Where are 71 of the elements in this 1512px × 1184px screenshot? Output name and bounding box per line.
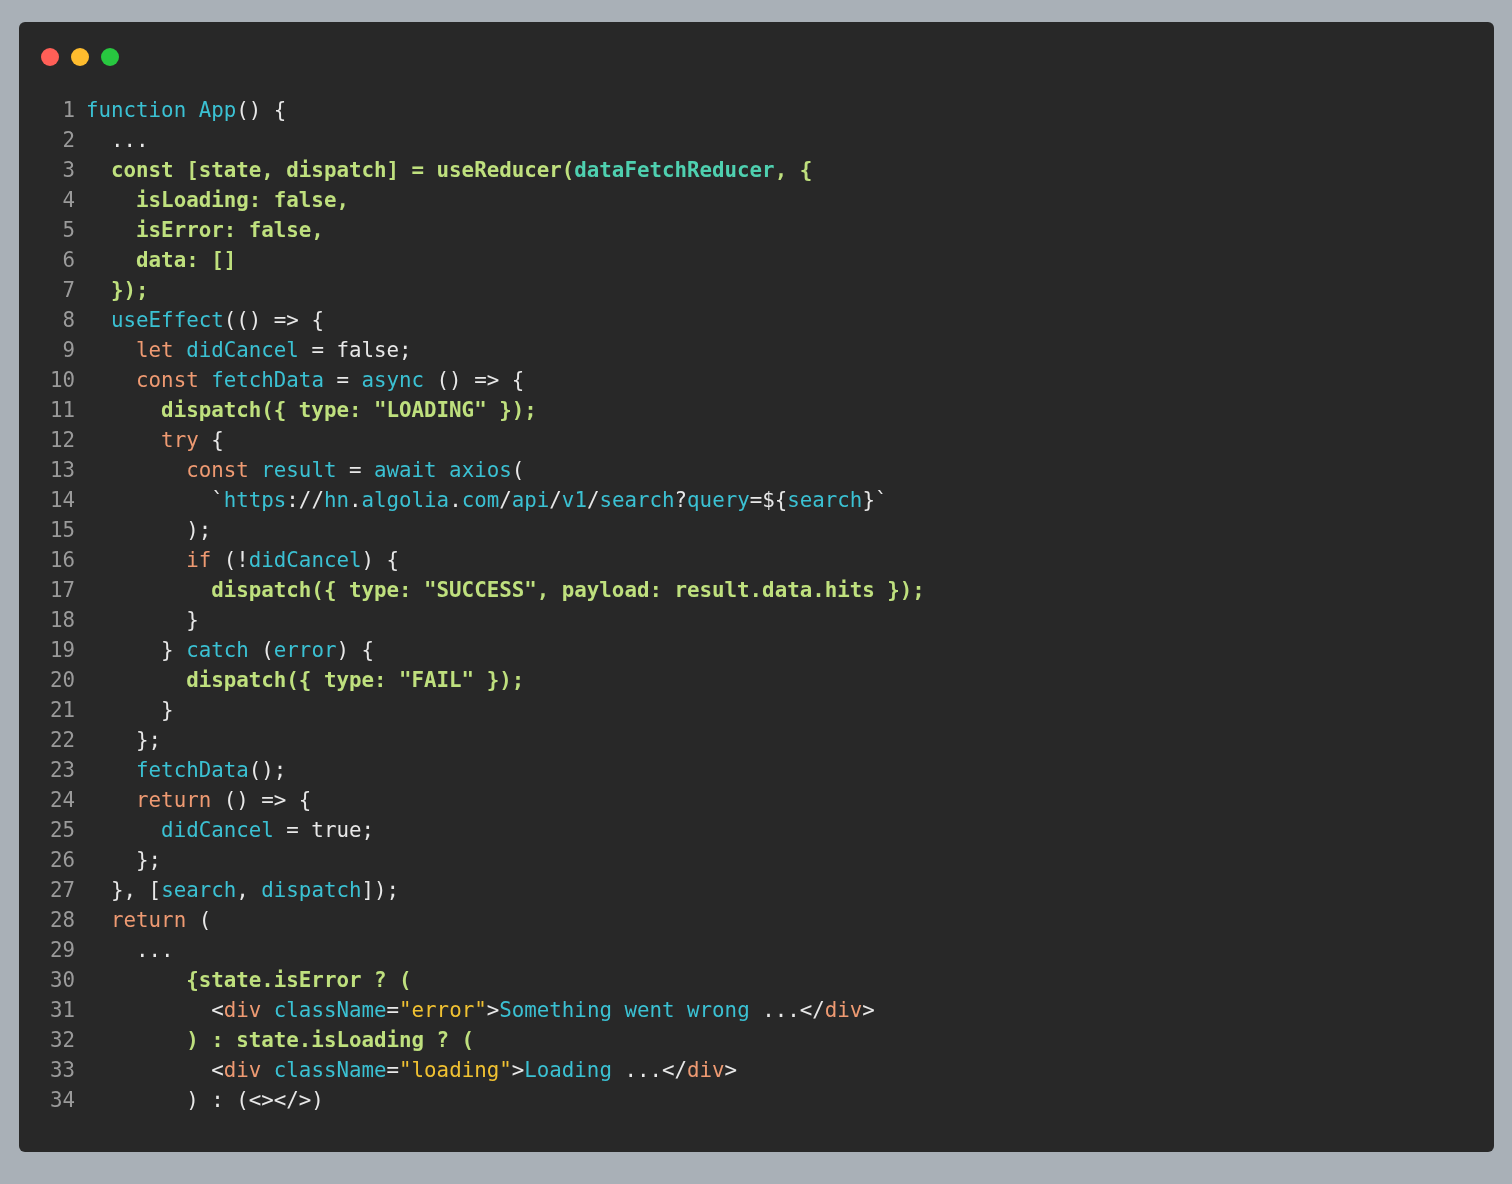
code-line: ); (185, 517, 212, 544)
code-line: return () => { (135, 787, 312, 814)
line-number: 23 (48, 757, 75, 784)
line-number: 30 (48, 967, 75, 994)
line-number: 24 (48, 787, 75, 814)
line-number: 12 (48, 427, 75, 454)
line-number: 10 (48, 367, 75, 394)
line-number: 5 (61, 217, 75, 244)
code-line: const result = await axios( (185, 457, 525, 484)
line-number: 28 (48, 907, 75, 934)
line-number: 19 (48, 637, 75, 664)
line-number: 8 (61, 307, 75, 334)
code-line: ... (135, 937, 174, 964)
code-line: } (160, 697, 174, 724)
code-line: dispatch({ type: "LOADING" }); (160, 397, 537, 424)
code-line: } catch (error) { (160, 637, 374, 664)
line-number: 27 (48, 877, 75, 904)
code-line: data: [] (135, 247, 237, 274)
line-number: 15 (48, 517, 75, 544)
code-line: return ( (110, 907, 212, 934)
code-line: didCancel = true; (160, 817, 374, 844)
line-number: 25 (48, 817, 75, 844)
code-line: `https://hn.algolia.com/api/v1/search?query=${search}` (210, 487, 888, 514)
code-line: let didCancel = false; (135, 337, 412, 364)
line-number: 20 (48, 667, 75, 694)
code-line: }, [search, dispatch]); (110, 877, 400, 904)
line-number: 14 (48, 487, 75, 514)
line-number: 26 (48, 847, 75, 874)
code-line: fetchData(); (135, 757, 287, 784)
code-line: ) : state.isLoading ? ( (185, 1027, 475, 1054)
code-line: if (!didCancel) { (185, 547, 400, 574)
code-line: isLoading: false, (135, 187, 349, 214)
line-number: 32 (48, 1027, 75, 1054)
line-number: 4 (61, 187, 75, 214)
code-line: dispatch({ type: "SUCCESS", payload: result.data.hits }); (210, 577, 925, 604)
line-number: 1 (61, 97, 75, 124)
minimize-window-control[interactable] (71, 48, 89, 66)
line-number: 2 (61, 127, 75, 154)
line-number: 18 (48, 607, 75, 634)
line-number: 16 (48, 547, 75, 574)
line-number: 7 (61, 277, 75, 304)
code-line: function App() { (86, 97, 287, 124)
line-number: 22 (48, 727, 75, 754)
line-number: 31 (48, 997, 75, 1024)
line-number: 13 (48, 457, 75, 484)
line-number: 11 (48, 397, 75, 424)
code-line: const fetchData = async () => { (135, 367, 525, 394)
code-line: }; (135, 727, 162, 754)
line-number: 6 (61, 247, 75, 274)
code-line: try { (160, 427, 224, 454)
code-line: <div className="loading">Loading ...</div> (210, 1057, 738, 1084)
line-number: 33 (48, 1057, 75, 1084)
code-line: dispatch({ type: "FAIL" }); (185, 667, 525, 694)
line-number: 9 (61, 337, 75, 364)
line-number: 21 (48, 697, 75, 724)
code-line: isError: false, (135, 217, 324, 244)
code-line: {state.isError ? ( (185, 967, 412, 994)
line-number: 3 (61, 157, 75, 184)
close-window-control[interactable] (41, 48, 59, 66)
code-line: ) : (<></>) (185, 1087, 324, 1114)
code-line: }); (110, 277, 149, 304)
code-line: }; (135, 847, 162, 874)
line-number: 29 (48, 937, 75, 964)
code-line: } (185, 607, 199, 634)
line-number: 17 (48, 577, 75, 604)
line-number: 34 (48, 1087, 75, 1114)
code-line: useEffect(() => { (110, 307, 324, 334)
code-line: ... (110, 127, 149, 154)
code-line: const [state, dispatch] = useReducer(dataFetchReducer, { (110, 157, 813, 184)
zoom-window-control[interactable] (101, 48, 119, 66)
code-line: <div className="error">Something went wrong ...</div> (210, 997, 875, 1024)
